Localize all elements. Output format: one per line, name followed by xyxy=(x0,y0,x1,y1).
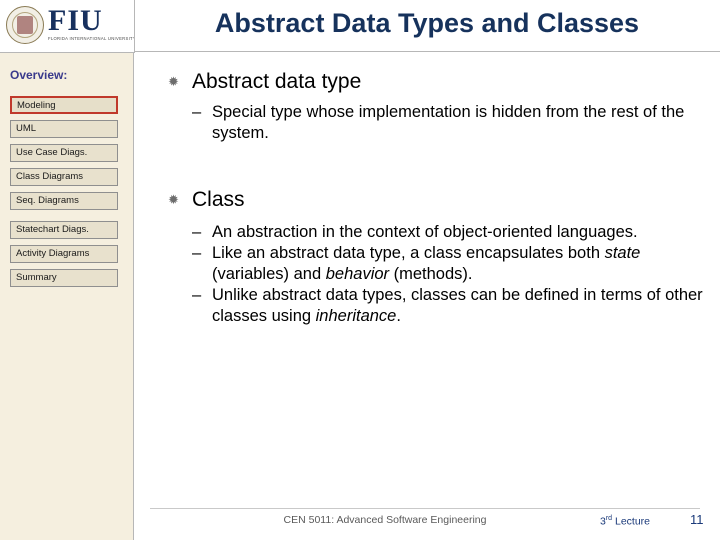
logo-subtext: FLORIDA INTERNATIONAL UNIVERSITY xyxy=(48,36,135,41)
sub-bullet-text: Unlike abstract data types, classes can … xyxy=(212,285,710,327)
footer-lecture: 3rd Lecture xyxy=(600,515,650,528)
page-title: Abstract Data Types and Classes xyxy=(214,8,640,38)
logo-text: FIU xyxy=(48,4,103,37)
sidebar-item-label: Seq. Diagrams xyxy=(16,195,79,206)
plain-text: An abstraction in the context of object-… xyxy=(212,223,638,241)
bullet-heading: Class xyxy=(192,188,245,211)
dash-marker-icon: – xyxy=(192,244,202,262)
seal-inner-icon xyxy=(17,16,33,34)
dash-marker-icon: – xyxy=(192,286,202,304)
sidebar-item-statechart-diags[interactable]: Statechart Diags. xyxy=(10,221,118,239)
emphasis-text: state xyxy=(604,244,641,262)
sidebar-item-label: Activity Diagrams xyxy=(16,248,90,259)
emphasis-text: inheritance xyxy=(315,307,397,325)
plain-text: (methods). xyxy=(389,265,473,283)
sidebar-item-seq-diagrams[interactable]: Seq. Diagrams xyxy=(10,192,118,210)
emphasis-text: behavior xyxy=(325,265,390,283)
sidebar-item-activity-diagrams[interactable]: Activity Diagrams xyxy=(10,245,118,263)
slide: FIU FLORIDA INTERNATIONAL UNIVERSITY Abs… xyxy=(0,0,720,540)
sidebar-item-label: Statechart Diags. xyxy=(16,224,89,235)
dash-marker-icon: – xyxy=(192,103,202,121)
sub-bullet: – An abstraction in the context of object… xyxy=(192,222,710,243)
plain-text: (variables) and xyxy=(212,265,326,283)
sub-bullet-list: – An abstraction in the context of object… xyxy=(150,222,710,327)
university-logo: FIU FLORIDA INTERNATIONAL UNIVERSITY xyxy=(0,0,135,53)
sidebar-item-uml[interactable]: UML xyxy=(10,120,118,138)
sidebar: Overview: Modeling UML Use Case Diags. Clas… xyxy=(0,53,134,540)
footer-page-number: 11 xyxy=(690,512,704,527)
sidebar-item-label: Use Case Diags. xyxy=(16,147,88,158)
bullet-section: ✹ Abstract data type xyxy=(150,70,710,94)
sidebar-item-modeling[interactable]: Modeling xyxy=(10,96,118,114)
sidebar-item-summary[interactable]: Summary xyxy=(10,269,118,287)
dash-marker-icon: – xyxy=(192,223,202,241)
title-area: Abstract Data Types and Classes xyxy=(134,0,720,52)
footer-course: CEN 5011: Advanced Software Engineering xyxy=(283,514,487,526)
sub-bullet-text: Like an abstract data type, a class enca… xyxy=(212,243,710,285)
sidebar-item-class-diagrams[interactable]: Class Diagrams xyxy=(10,168,118,186)
bullet-marker-icon: ✹ xyxy=(168,192,179,207)
sub-bullet-text: An abstraction in the context of object-… xyxy=(212,222,710,243)
sidebar-item-label: Summary xyxy=(16,272,57,283)
footer-lecture-label: Lecture xyxy=(612,515,651,528)
plain-text: Unlike abstract data types, classes can … xyxy=(212,286,703,325)
sidebar-heading: Overview: xyxy=(10,68,68,82)
sidebar-item-label: Class Diagrams xyxy=(16,171,84,182)
footer-divider xyxy=(150,508,700,509)
sidebar-item-label: UML xyxy=(16,123,37,134)
bullet-heading: Abstract data type xyxy=(192,70,362,93)
sidebar-item-label: Modeling xyxy=(17,100,56,111)
sub-bullet: – Like an abstract data type, a class enc… xyxy=(192,243,710,285)
bullet-section: ✹ Class xyxy=(150,188,710,212)
sub-bullet-text: Special type whose implementation is hid… xyxy=(212,102,710,144)
sub-bullet: – Special type whose implementation is hi… xyxy=(192,102,710,144)
sidebar-item-use-case-diags[interactable]: Use Case Diags. xyxy=(10,144,118,162)
slide-content: ✹ Abstract data type – Special type whose i… xyxy=(150,70,710,327)
plain-text: Special type whose implementation is hid… xyxy=(212,103,685,142)
plain-text: . xyxy=(396,307,401,325)
plain-text: Like an abstract data type, a class enca… xyxy=(212,244,605,262)
bullet-marker-icon: ✹ xyxy=(168,74,179,89)
sub-bullet-list: – Special type whose implementation is hi… xyxy=(150,102,710,144)
seal-icon xyxy=(6,6,44,44)
sub-bullet: – Unlike abstract data types, classes can… xyxy=(192,285,710,327)
